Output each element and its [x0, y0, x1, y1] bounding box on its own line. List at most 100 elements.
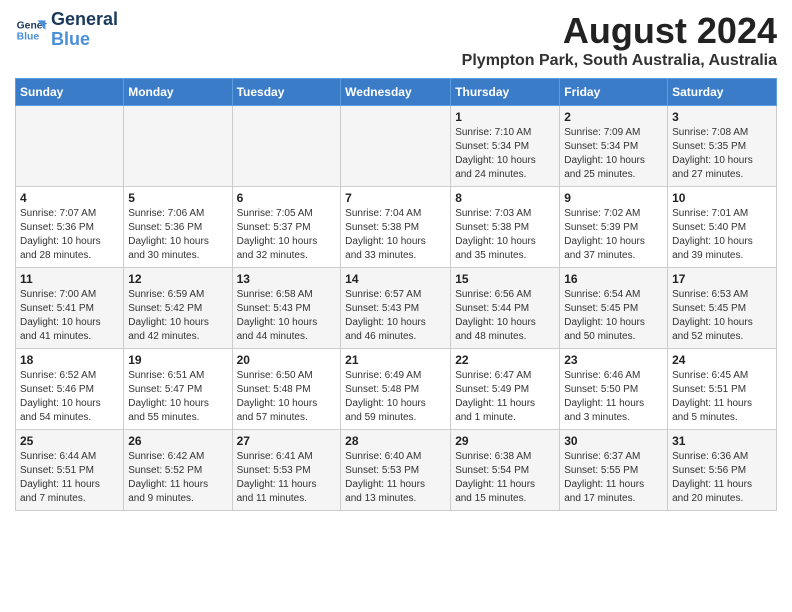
- calendar-cell: 19Sunrise: 6:51 AM Sunset: 5:47 PM Dayli…: [124, 349, 232, 430]
- day-number: 15: [455, 272, 555, 286]
- day-number: 16: [564, 272, 663, 286]
- day-detail: Sunrise: 7:02 AM Sunset: 5:39 PM Dayligh…: [564, 207, 663, 263]
- day-detail: Sunrise: 6:54 AM Sunset: 5:45 PM Dayligh…: [564, 288, 663, 344]
- calendar-cell: [341, 106, 451, 187]
- weekday-thursday: Thursday: [451, 79, 560, 106]
- day-number: 30: [564, 434, 663, 448]
- day-detail: Sunrise: 7:03 AM Sunset: 5:38 PM Dayligh…: [455, 207, 555, 263]
- weekday-monday: Monday: [124, 79, 232, 106]
- calendar-cell: 14 Sunrise: 6:57 AM Sunset: 5:43 PM Dayli…: [341, 268, 451, 349]
- day-number: 21: [345, 353, 446, 367]
- day-number: 11: [20, 272, 119, 286]
- calendar-cell: 12 Sunrise: 6:59 AM Sunset: 5:42 PM Dayli…: [124, 268, 232, 349]
- day-number: 18: [20, 353, 119, 367]
- day-detail: Sunrise: 7:06 AM Sunset: 5:36 PM Dayligh…: [128, 207, 227, 263]
- calendar-cell: 6Sunrise: 7:05 AM Sunset: 5:37 PM Daylig…: [232, 187, 341, 268]
- week-row-2: 4Sunrise: 7:07 AM Sunset: 5:36 PM Daylig…: [16, 187, 777, 268]
- subtitle: Plympton Park, South Australia, Australi…: [462, 52, 777, 70]
- day-number: 9: [564, 191, 663, 205]
- calendar-cell: 2Sunrise: 7:09 AM Sunset: 5:34 PM Daylig…: [560, 106, 668, 187]
- weekday-sunday: Sunday: [16, 79, 124, 106]
- day-number: 7: [345, 191, 446, 205]
- day-detail: Sunrise: 6:37 AM Sunset: 5:55 PM Dayligh…: [564, 450, 663, 506]
- calendar-table: SundayMondayTuesdayWednesdayThursdayFrid…: [15, 78, 777, 511]
- day-detail: Sunrise: 6:47 AM Sunset: 5:49 PM Dayligh…: [455, 369, 555, 425]
- day-detail: Sunrise: 7:01 AM Sunset: 5:40 PM Dayligh…: [672, 207, 772, 263]
- calendar-cell: 11 Sunrise: 7:00 AM Sunset: 5:41 PM Dayli…: [16, 268, 124, 349]
- day-number: 3: [672, 110, 772, 124]
- day-number: 17: [672, 272, 772, 286]
- day-detail: Sunrise: 6:57 AM Sunset: 5:43 PM Dayligh…: [345, 288, 446, 344]
- logo: General Blue GeneralBlue: [15, 10, 118, 50]
- calendar-cell: 27Sunrise: 6:41 AM Sunset: 5:53 PM Dayli…: [232, 430, 341, 511]
- main-title: August 2024: [462, 10, 777, 52]
- day-detail: Sunrise: 6:38 AM Sunset: 5:54 PM Dayligh…: [455, 450, 555, 506]
- calendar-cell: 16 Sunrise: 6:54 AM Sunset: 5:45 PM Dayli…: [560, 268, 668, 349]
- day-number: 12: [128, 272, 227, 286]
- week-row-3: 11 Sunrise: 7:00 AM Sunset: 5:41 PM Dayli…: [16, 268, 777, 349]
- day-detail: Sunrise: 7:07 AM Sunset: 5:36 PM Dayligh…: [20, 207, 119, 263]
- calendar-body: 1 Sunrise: 7:10 AM Sunset: 5:34 PM Daylig…: [16, 106, 777, 511]
- day-number: 20: [237, 353, 337, 367]
- weekday-header-row: SundayMondayTuesdayWednesdayThursdayFrid…: [16, 79, 777, 106]
- day-detail: Sunrise: 7:04 AM Sunset: 5:38 PM Dayligh…: [345, 207, 446, 263]
- calendar-cell: 15 Sunrise: 6:56 AM Sunset: 5:44 PM Dayli…: [451, 268, 560, 349]
- day-number: 25: [20, 434, 119, 448]
- calendar-cell: 13Sunrise: 6:58 AM Sunset: 5:43 PM Dayli…: [232, 268, 341, 349]
- calendar-cell: 25 Sunrise: 6:44 AM Sunset: 5:51 PM Dayli…: [16, 430, 124, 511]
- calendar-cell: 8 Sunrise: 7:03 AM Sunset: 5:38 PM Daylig…: [451, 187, 560, 268]
- weekday-saturday: Saturday: [668, 79, 777, 106]
- calendar-cell: 29 Sunrise: 6:38 AM Sunset: 5:54 PM Dayli…: [451, 430, 560, 511]
- calendar-cell: 1 Sunrise: 7:10 AM Sunset: 5:34 PM Daylig…: [451, 106, 560, 187]
- day-detail: Sunrise: 6:45 AM Sunset: 5:51 PM Dayligh…: [672, 369, 772, 425]
- day-detail: Sunrise: 6:40 AM Sunset: 5:53 PM Dayligh…: [345, 450, 446, 506]
- day-number: 2: [564, 110, 663, 124]
- calendar-cell: [232, 106, 341, 187]
- day-detail: Sunrise: 6:46 AM Sunset: 5:50 PM Dayligh…: [564, 369, 663, 425]
- title-block: August 2024 Plympton Park, South Austral…: [462, 10, 777, 70]
- day-number: 8: [455, 191, 555, 205]
- week-row-5: 25 Sunrise: 6:44 AM Sunset: 5:51 PM Dayli…: [16, 430, 777, 511]
- calendar-cell: 21 Sunrise: 6:49 AM Sunset: 5:48 PM Dayli…: [341, 349, 451, 430]
- calendar-cell: 9 Sunrise: 7:02 AM Sunset: 5:39 PM Daylig…: [560, 187, 668, 268]
- day-detail: Sunrise: 6:59 AM Sunset: 5:42 PM Dayligh…: [128, 288, 227, 344]
- day-number: 23: [564, 353, 663, 367]
- day-detail: Sunrise: 6:44 AM Sunset: 5:51 PM Dayligh…: [20, 450, 119, 506]
- day-detail: Sunrise: 7:00 AM Sunset: 5:41 PM Dayligh…: [20, 288, 119, 344]
- calendar-cell: 26 Sunrise: 6:42 AM Sunset: 5:52 PM Dayli…: [124, 430, 232, 511]
- week-row-4: 18 Sunrise: 6:52 AM Sunset: 5:46 PM Dayli…: [16, 349, 777, 430]
- day-detail: Sunrise: 6:52 AM Sunset: 5:46 PM Dayligh…: [20, 369, 119, 425]
- day-detail: Sunrise: 6:36 AM Sunset: 5:56 PM Dayligh…: [672, 450, 772, 506]
- day-number: 29: [455, 434, 555, 448]
- logo-icon: General Blue: [15, 14, 47, 46]
- calendar-cell: 7 Sunrise: 7:04 AM Sunset: 5:38 PM Daylig…: [341, 187, 451, 268]
- day-number: 27: [237, 434, 337, 448]
- svg-text:Blue: Blue: [17, 31, 40, 42]
- day-detail: Sunrise: 7:10 AM Sunset: 5:34 PM Dayligh…: [455, 126, 555, 182]
- day-number: 26: [128, 434, 227, 448]
- logo-text: GeneralBlue: [51, 10, 118, 50]
- calendar-cell: [124, 106, 232, 187]
- day-detail: Sunrise: 6:42 AM Sunset: 5:52 PM Dayligh…: [128, 450, 227, 506]
- day-number: 10: [672, 191, 772, 205]
- day-detail: Sunrise: 7:08 AM Sunset: 5:35 PM Dayligh…: [672, 126, 772, 182]
- day-number: 22: [455, 353, 555, 367]
- day-number: 19: [128, 353, 227, 367]
- calendar-cell: 22 Sunrise: 6:47 AM Sunset: 5:49 PM Dayli…: [451, 349, 560, 430]
- week-row-1: 1 Sunrise: 7:10 AM Sunset: 5:34 PM Daylig…: [16, 106, 777, 187]
- day-detail: Sunrise: 6:53 AM Sunset: 5:45 PM Dayligh…: [672, 288, 772, 344]
- weekday-friday: Friday: [560, 79, 668, 106]
- weekday-wednesday: Wednesday: [341, 79, 451, 106]
- day-number: 28: [345, 434, 446, 448]
- day-number: 14: [345, 272, 446, 286]
- day-number: 1: [455, 110, 555, 124]
- day-detail: Sunrise: 6:49 AM Sunset: 5:48 PM Dayligh…: [345, 369, 446, 425]
- day-detail: Sunrise: 6:58 AM Sunset: 5:43 PM Dayligh…: [237, 288, 337, 344]
- calendar-cell: 5Sunrise: 7:06 AM Sunset: 5:36 PM Daylig…: [124, 187, 232, 268]
- calendar-cell: 31Sunrise: 6:36 AM Sunset: 5:56 PM Dayli…: [668, 430, 777, 511]
- calendar-cell: 10 Sunrise: 7:01 AM Sunset: 5:40 PM Dayli…: [668, 187, 777, 268]
- day-detail: Sunrise: 6:56 AM Sunset: 5:44 PM Dayligh…: [455, 288, 555, 344]
- calendar-cell: 3 Sunrise: 7:08 AM Sunset: 5:35 PM Daylig…: [668, 106, 777, 187]
- day-number: 24: [672, 353, 772, 367]
- calendar-cell: 17 Sunrise: 6:53 AM Sunset: 5:45 PM Dayli…: [668, 268, 777, 349]
